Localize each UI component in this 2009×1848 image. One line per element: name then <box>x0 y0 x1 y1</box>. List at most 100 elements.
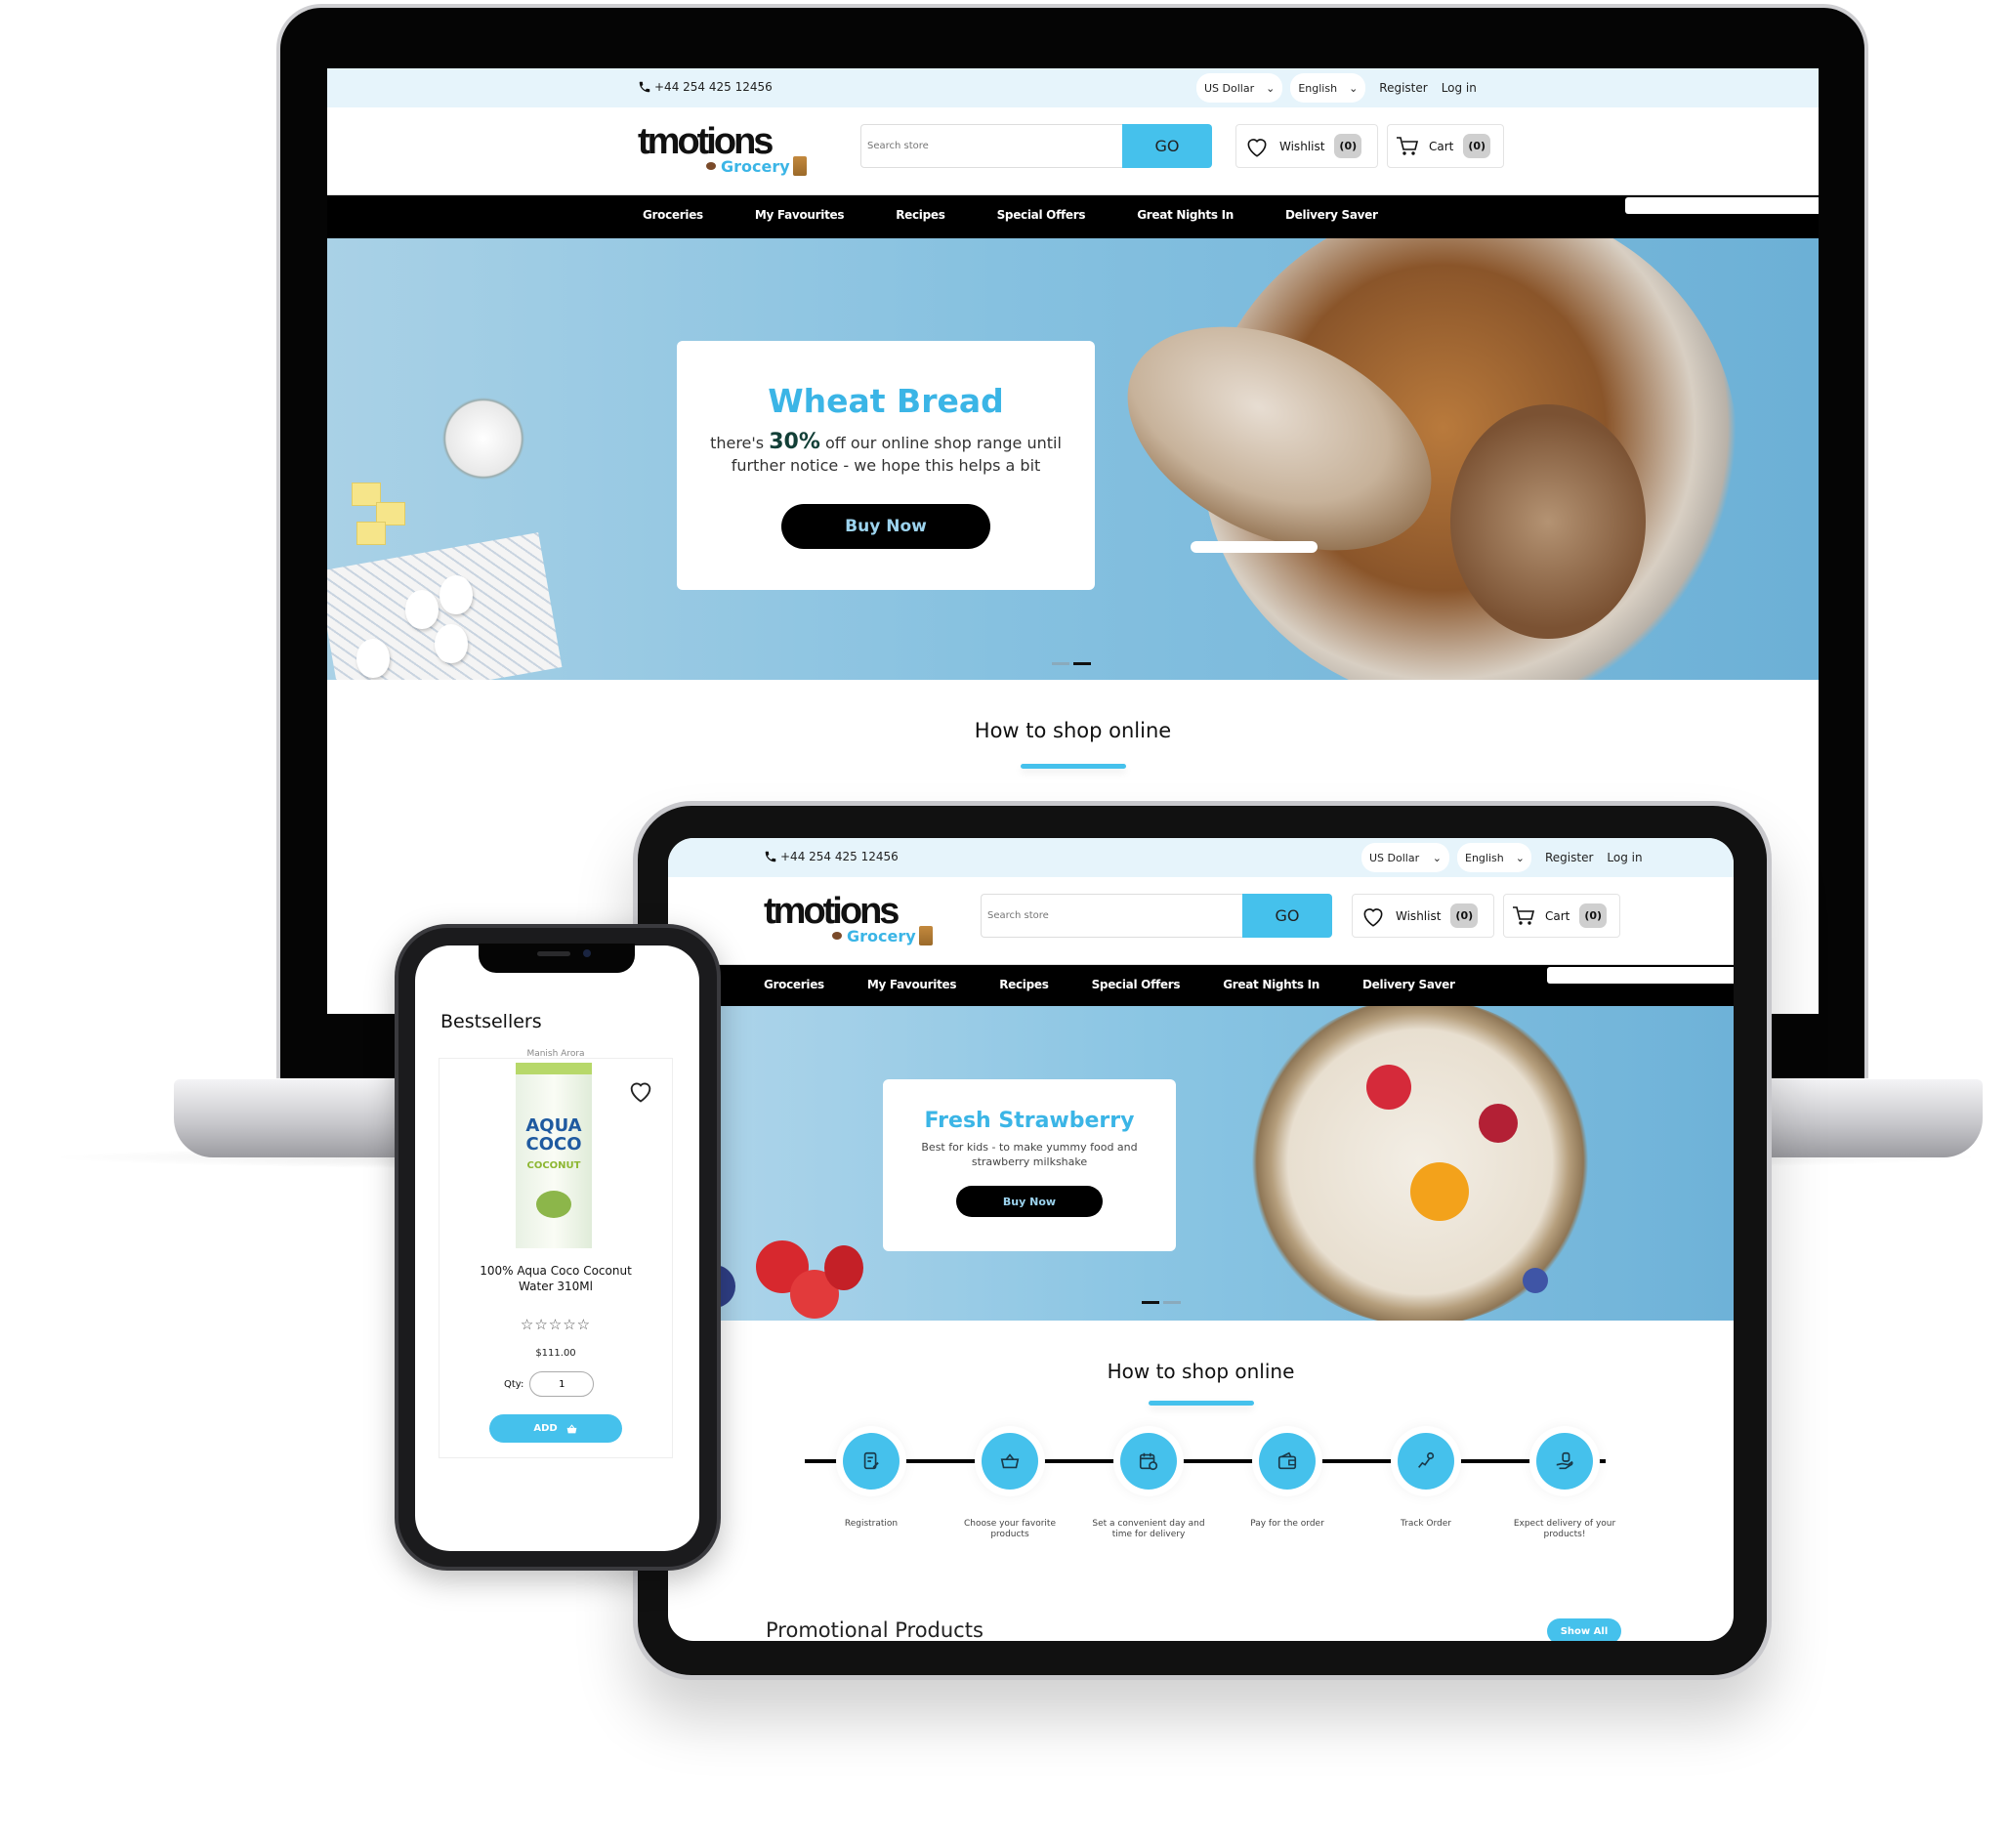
grocery-bag-icon <box>792 156 807 176</box>
nav-delivery-saver[interactable]: Delivery Saver <box>1285 208 1378 222</box>
top-bar-right: US Dollar ⌄ English ⌄ Register Log in <box>1361 843 1643 872</box>
register-link[interactable]: Register <box>1379 81 1427 95</box>
language-select[interactable]: English ⌄ <box>1457 843 1531 872</box>
language-select[interactable]: English ⌄ <box>1290 73 1366 103</box>
hero-description-line1: Best for kids - to make yummy food and <box>921 1141 1138 1154</box>
contact-phone: +44 254 425 12456 <box>764 850 899 863</box>
cart-button[interactable]: Cart (0) <box>1503 894 1620 938</box>
logo-subtitle-text: Grocery <box>721 156 790 176</box>
phone-screen: Bestsellers Manish Arora AQUA COCO COCON… <box>415 945 699 1551</box>
step-pay-order: Pay for the order <box>1229 1433 1346 1530</box>
buy-now-button[interactable]: Buy Now <box>781 504 990 549</box>
nav-recipes[interactable]: Recipes <box>896 208 945 222</box>
logo[interactable]: tmotions Grocery <box>764 893 933 945</box>
discount-highlight: 30% <box>769 430 820 454</box>
wishlist-count: (0) <box>1334 134 1362 158</box>
carousel-dot-1[interactable] <box>1052 662 1069 665</box>
main-nav: Groceries My Favourites Recipes Special … <box>327 195 1819 238</box>
product-vendor: Manish Arora <box>526 1049 585 1059</box>
cart-count: (0) <box>1579 903 1608 928</box>
cart-icon <box>1397 136 1419 155</box>
flour-bowl-image <box>439 395 527 483</box>
cart-button[interactable]: Cart (0) <box>1387 124 1504 168</box>
hero-title: Wheat Bread <box>768 382 1004 420</box>
register-link[interactable]: Register <box>1545 851 1593 864</box>
grocery-bag-icon <box>918 926 933 945</box>
search-bar: GO <box>860 124 1212 168</box>
top-bar: +44 254 425 12456 US Dollar ⌄ English ⌄ … <box>327 68 1819 107</box>
chevron-down-icon: ⌄ <box>1515 851 1525 864</box>
product-rating-stars: ☆☆☆☆☆ <box>520 1316 592 1333</box>
nav-groceries[interactable]: Groceries <box>764 978 824 991</box>
how-to-shop-section: How to shop online Registration Choose y… <box>668 1321 1734 1641</box>
login-link[interactable]: Log in <box>1607 851 1642 864</box>
nav-groceries[interactable]: Groceries <box>643 208 703 222</box>
search-input[interactable] <box>860 124 1122 168</box>
hero-description-line2: strawberry milkshake <box>971 1155 1088 1168</box>
nav-special-offers[interactable]: Special Offers <box>1092 978 1181 991</box>
main-nav: Groceries My Favourites Recipes Special … <box>668 965 1734 1006</box>
buy-now-button[interactable]: Buy Now <box>956 1186 1103 1217</box>
coffee-bean-icon <box>706 162 716 170</box>
carousel-dot-2[interactable] <box>1163 1301 1181 1304</box>
add-to-cart-button[interactable]: ADD <box>489 1414 622 1443</box>
nav-my-favourites[interactable]: My Favourites <box>867 978 957 991</box>
step-label: Registration <box>844 1519 899 1529</box>
hero-promo-card: Wheat Bread there's 30% off our online s… <box>677 341 1095 590</box>
nav-special-offers[interactable]: Special Offers <box>997 208 1086 222</box>
blueberry-image <box>1523 1268 1548 1293</box>
login-link[interactable]: Log in <box>1442 81 1477 95</box>
hero-description-line2: further notice - we hope this helps a bi… <box>731 456 1041 475</box>
nav-great-nights-in[interactable]: Great Nights In <box>1223 978 1319 991</box>
hero-description-line1: there's 30% off our online shop range un… <box>710 430 1062 454</box>
nav-delivery-saver[interactable]: Delivery Saver <box>1362 978 1455 991</box>
section-underline <box>1148 1401 1254 1406</box>
wishlist-count: (0) <box>1450 903 1479 928</box>
product-name[interactable]: 100% Aqua Coco Coconut Water 310Ml <box>439 1264 672 1294</box>
egg-image <box>439 575 473 614</box>
carousel-dot-1[interactable] <box>1142 1301 1159 1304</box>
basket-icon <box>566 1423 577 1433</box>
show-all-button[interactable]: Show All <box>1547 1618 1621 1641</box>
wishlist-button[interactable]: Wishlist (0) <box>1352 894 1494 938</box>
calendar-clock-icon <box>1139 1452 1158 1471</box>
step-set-delivery-time: Set a convenient day and time for delive… <box>1090 1433 1207 1541</box>
phone-camera <box>583 949 591 957</box>
logo[interactable]: tmotions Grocery <box>638 123 807 176</box>
nav-recipes[interactable]: Recipes <box>999 978 1049 991</box>
product-image[interactable]: AQUA COCO COCONUT <box>516 1063 592 1248</box>
carousel-dot-2[interactable] <box>1073 662 1091 665</box>
egg-image <box>405 590 439 629</box>
search-input[interactable] <box>981 894 1242 938</box>
nav-my-favourites[interactable]: My Favourites <box>755 208 845 222</box>
step-label: Expect delivery of your products! <box>1513 1519 1616 1540</box>
add-button-label: ADD <box>533 1423 558 1434</box>
search-go-button[interactable]: GO <box>1122 124 1212 168</box>
hero-title: Fresh Strawberry <box>924 1109 1135 1133</box>
currency-select[interactable]: US Dollar ⌄ <box>1361 843 1449 872</box>
product-card: Manish Arora AQUA COCO COCONUT 100% Aqua… <box>439 1049 673 1458</box>
step-choose-products: Choose your favorite products <box>951 1433 1068 1541</box>
nav-search-strip <box>1547 967 1734 984</box>
top-bar-right: US Dollar ⌄ English ⌄ Register Log in <box>1196 73 1477 103</box>
heart-icon <box>1363 907 1383 927</box>
chevron-down-icon: ⌄ <box>1349 81 1359 95</box>
qty-input[interactable] <box>529 1371 595 1397</box>
shopping-steps: Registration Choose your favorite produc… <box>805 1433 1615 1550</box>
currency-select[interactable]: US Dollar ⌄ <box>1196 73 1283 103</box>
cart-label: Cart <box>1429 139 1454 153</box>
coconut-image <box>536 1190 571 1218</box>
phone-speaker <box>537 951 570 956</box>
search-go-button[interactable]: GO <box>1242 894 1332 938</box>
step-track-order: Track Order <box>1367 1433 1485 1530</box>
wishlist-button[interactable]: Wishlist (0) <box>1235 124 1378 168</box>
nav-great-nights-in[interactable]: Great Nights In <box>1137 208 1234 222</box>
wishlist-heart-icon[interactable] <box>627 1078 654 1104</box>
header: tmotions Grocery GO Wishlist (0) Cart (0… <box>327 107 1819 195</box>
phone-icon <box>639 81 650 93</box>
hero-carousel-dots <box>1142 1301 1181 1304</box>
language-value: English <box>1298 81 1338 95</box>
search-bar: GO <box>981 894 1332 938</box>
currency-value: US Dollar <box>1369 851 1420 864</box>
product-price: $111.00 <box>535 1348 576 1359</box>
